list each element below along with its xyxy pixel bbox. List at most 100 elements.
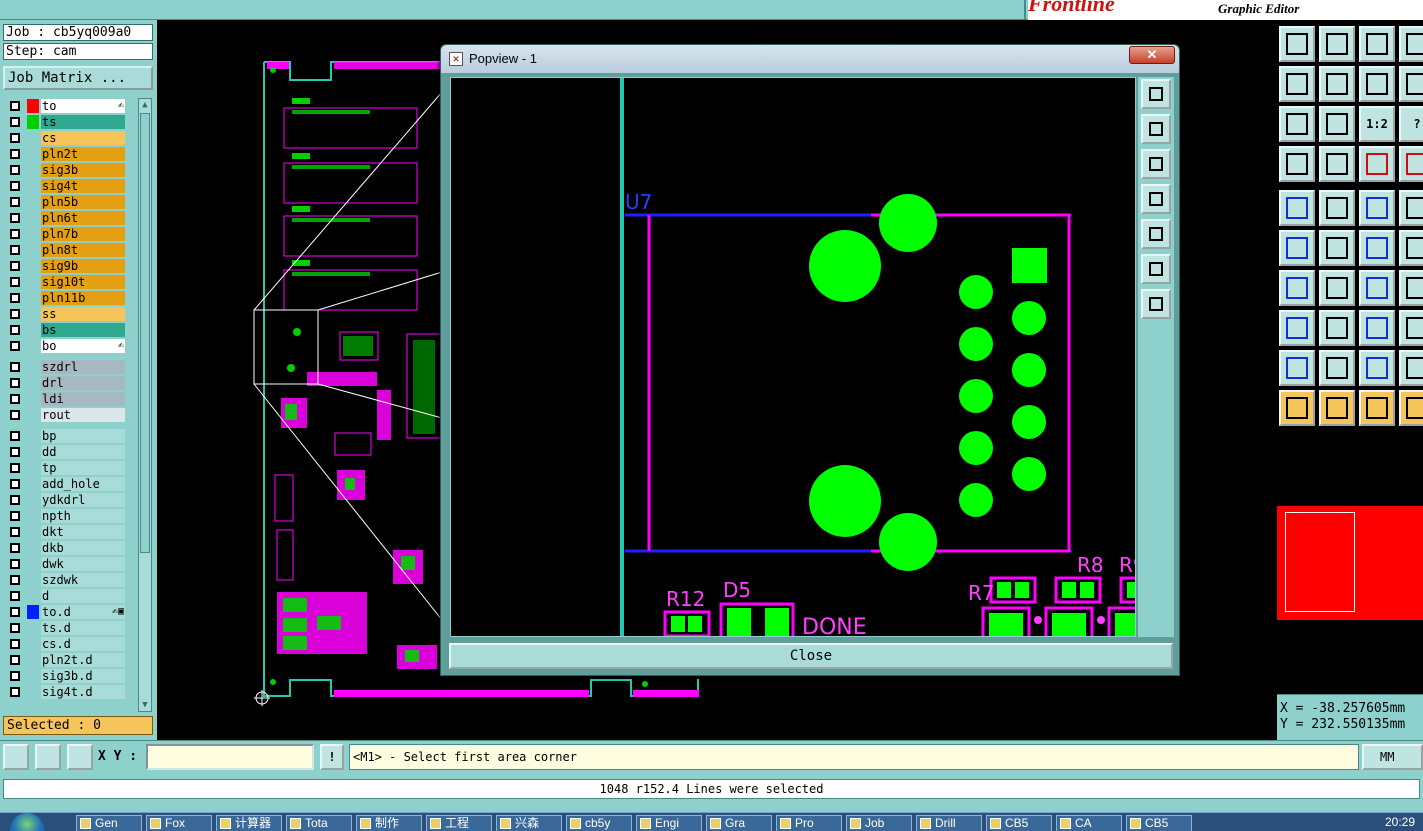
- layer-checkbox[interactable]: [10, 543, 20, 553]
- taskbar-item[interactable]: Pro: [776, 815, 842, 831]
- triangle-icon[interactable]: [1279, 350, 1315, 386]
- taskbar-item[interactable]: 制作: [356, 815, 422, 831]
- layer-checkbox[interactable]: [10, 229, 20, 239]
- circle-icon[interactable]: [1399, 190, 1423, 226]
- zoom-center-icon[interactable]: [1319, 106, 1355, 142]
- pad-icon[interactable]: [1279, 190, 1315, 226]
- layer-checkbox[interactable]: [10, 655, 20, 665]
- taskbar-item[interactable]: Drill: [916, 815, 982, 831]
- layer-name[interactable]: pln7b: [41, 227, 125, 241]
- layer-checkbox[interactable]: [10, 362, 20, 372]
- pv-center-icon[interactable]: [1141, 289, 1171, 319]
- bottom-view-icon[interactable]: [1319, 26, 1355, 62]
- layer-row[interactable]: dwk: [4, 556, 126, 572]
- layer-checkbox[interactable]: [10, 575, 20, 585]
- layer-checkbox[interactable]: [10, 511, 20, 521]
- layer-name[interactable]: sig9b: [41, 259, 125, 273]
- layer-name[interactable]: bp: [41, 429, 125, 443]
- scroll-thumb[interactable]: [140, 113, 150, 553]
- layer-row[interactable]: sig3b.d: [4, 668, 126, 684]
- grid-icon[interactable]: [67, 744, 93, 770]
- job-field[interactable]: Job : cb5yq009a0: [3, 24, 153, 41]
- layer-row[interactable]: pln7b: [4, 226, 126, 242]
- pv-zoom-icon[interactable]: [1141, 79, 1171, 109]
- layer-checkbox[interactable]: [10, 133, 20, 143]
- pv-fit-icon[interactable]: [1141, 254, 1171, 284]
- arch-icon[interactable]: [1359, 350, 1395, 386]
- layer-name[interactable]: pln11b: [41, 291, 125, 305]
- layer-checkbox[interactable]: [10, 293, 20, 303]
- layer-name[interactable]: to: [41, 99, 125, 113]
- layer-name[interactable]: npth: [41, 509, 125, 523]
- layer-row[interactable]: dkb: [4, 540, 126, 556]
- layer-row[interactable]: dkt: [4, 524, 126, 540]
- layer-row[interactable]: ts: [4, 114, 126, 130]
- layer-row[interactable]: bp: [4, 428, 126, 444]
- window-close-button[interactable]: ✕: [1129, 46, 1175, 64]
- layer-name[interactable]: sig3b.d: [41, 669, 125, 683]
- draw-line-icon[interactable]: [1319, 190, 1355, 226]
- layer-name[interactable]: dkt: [41, 525, 125, 539]
- layer-name[interactable]: pln6t: [41, 211, 125, 225]
- pv-top-icon[interactable]: [1141, 114, 1171, 144]
- layer-checkbox[interactable]: [10, 261, 20, 271]
- pv-left-icon[interactable]: [1141, 184, 1171, 214]
- layer-checkbox[interactable]: [10, 197, 20, 207]
- pointer-misc-icon[interactable]: [1399, 390, 1423, 426]
- layer-checkbox[interactable]: [10, 410, 20, 420]
- frame-icon[interactable]: [1399, 26, 1423, 62]
- layer-name[interactable]: drl: [41, 376, 125, 390]
- layer-row[interactable]: pln5b: [4, 194, 126, 210]
- layer-name[interactable]: pln5b: [41, 195, 125, 209]
- layer-checkbox[interactable]: [10, 431, 20, 441]
- layer-row[interactable]: tp: [4, 460, 126, 476]
- layer-checkbox[interactable]: [10, 309, 20, 319]
- layer-row[interactable]: sig10t: [4, 274, 126, 290]
- layer-checkbox[interactable]: [10, 447, 20, 457]
- layer-row[interactable]: dd: [4, 444, 126, 460]
- layer-row[interactable]: cs.d: [4, 636, 126, 652]
- layer-row[interactable]: to.d ✍▣: [4, 604, 126, 620]
- job-matrix-button[interactable]: Job Matrix ...: [3, 66, 153, 90]
- start-button[interactable]: [10, 813, 44, 831]
- layer-checkbox[interactable]: [10, 394, 20, 404]
- layer-row[interactable]: to ✍: [4, 98, 126, 114]
- exclaim-button[interactable]: !: [320, 744, 344, 770]
- layer-checkbox[interactable]: [10, 341, 20, 351]
- layer-row[interactable]: sig4t.d: [4, 684, 126, 700]
- net-icon[interactable]: [1359, 146, 1395, 182]
- layer-scrollbar[interactable]: ▲ ▼: [138, 98, 152, 712]
- layer-checkbox[interactable]: [10, 687, 20, 697]
- layer-checkbox[interactable]: [10, 213, 20, 223]
- peak-icon[interactable]: [1319, 350, 1355, 386]
- layer-name[interactable]: sig4t: [41, 179, 125, 193]
- node-icon[interactable]: [1399, 310, 1423, 346]
- layer-name[interactable]: pln2t: [41, 147, 125, 161]
- bracket-icon[interactable]: [1399, 270, 1423, 306]
- layer-row[interactable]: ydkdrl: [4, 492, 126, 508]
- angle-icon[interactable]: [1279, 270, 1315, 306]
- step-icon[interactable]: [1399, 350, 1423, 386]
- layer-name[interactable]: szdwk: [41, 573, 125, 587]
- layer-name[interactable]: rout: [41, 408, 125, 422]
- layer-checkbox[interactable]: [10, 463, 20, 473]
- taskbar-item[interactable]: CA: [1056, 815, 1122, 831]
- connect-icon[interactable]: [1279, 230, 1315, 266]
- layer-row[interactable]: szdrl: [4, 359, 126, 375]
- layer-row[interactable]: pln8t: [4, 242, 126, 258]
- step-field[interactable]: Step: cam: [3, 43, 153, 60]
- menu-area[interactable]: [0, 0, 1026, 20]
- taskbar-item[interactable]: CB5: [986, 815, 1052, 831]
- taskbar-item[interactable]: 计算器: [216, 815, 282, 831]
- layer-checkbox[interactable]: [10, 149, 20, 159]
- snap-angle-icon[interactable]: [35, 744, 61, 770]
- pointer-select-icon[interactable]: [1319, 390, 1355, 426]
- taskbar-item[interactable]: Tota: [286, 815, 352, 831]
- layer-row[interactable]: rout: [4, 407, 126, 423]
- taskbar-item[interactable]: Fox: [146, 815, 212, 831]
- layer-name[interactable]: dkb: [41, 541, 125, 555]
- pointer-rotate-icon[interactable]: [1359, 390, 1395, 426]
- zoom-area-icon[interactable]: [1399, 66, 1423, 102]
- layer-row[interactable]: ts.d: [4, 620, 126, 636]
- ratio-icon[interactable]: 1:2: [1359, 106, 1395, 142]
